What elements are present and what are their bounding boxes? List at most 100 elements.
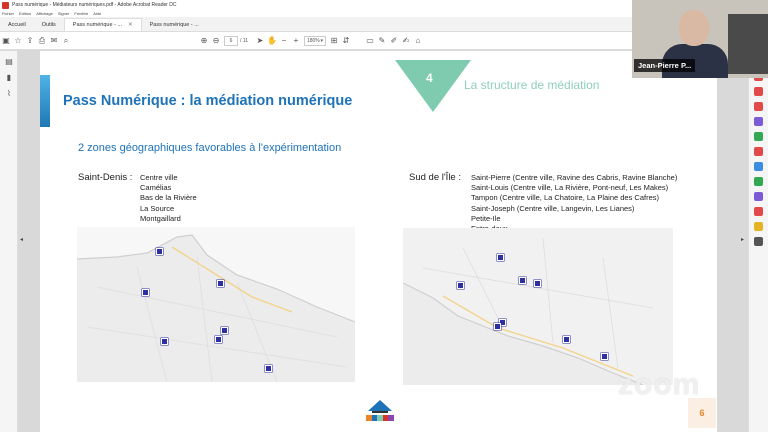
map-terrain — [77, 227, 355, 382]
menu-fichier[interactable]: Fichier — [2, 11, 14, 16]
menu-signer[interactable]: Signer — [58, 11, 70, 16]
list-item: La Source — [140, 203, 175, 213]
zoom-level-select[interactable]: 180% ▾ — [303, 35, 326, 46]
save-icon[interactable]: ▣ — [0, 35, 12, 47]
subtitle: 2 zones géographiques favorables à l'exp… — [78, 142, 342, 154]
zoom-watermark: zoom — [618, 368, 701, 401]
more-tools-icon[interactable] — [754, 237, 763, 246]
comment-icon[interactable]: ▭ — [364, 35, 376, 47]
list-item: Petite-Ile — [471, 213, 501, 223]
map-pin[interactable] — [534, 280, 541, 287]
bookmark-star-icon[interactable]: ☆ — [12, 35, 24, 47]
list-item: Saint-Joseph (Centre ville, Langevin, Le… — [471, 203, 635, 213]
right-tools-panel — [748, 51, 768, 432]
tab-document-active[interactable]: Pass numérique - ... ✕ — [63, 18, 142, 31]
map-pin[interactable] — [221, 327, 228, 334]
window-title: Pass numérique - Médiateurs numériques.p… — [12, 2, 177, 8]
search-icon[interactable]: ⌕ — [60, 35, 72, 47]
map-sud — [403, 228, 673, 385]
scroll-mode-icon[interactable]: ⇵ — [340, 35, 352, 47]
pages-thumbnail-icon[interactable]: ▤ — [3, 55, 15, 67]
pass-numerique-logo — [366, 397, 394, 425]
list-item: Tampon (Centre ville, La Chatoire, La Pl… — [471, 193, 660, 203]
highlight-icon[interactable]: ✐ — [388, 35, 400, 47]
acrobat-icon — [2, 1, 9, 9]
menu-bar: Fichier Edition Affichage Signer Fenêtre… — [0, 10, 632, 17]
zone2-label: Sud de l'Île : — [409, 172, 461, 183]
map-pin[interactable] — [519, 277, 526, 284]
menu-edition[interactable]: Edition — [19, 11, 31, 16]
send-review-icon[interactable] — [754, 207, 763, 216]
fill-sign-icon[interactable] — [754, 192, 763, 201]
map-pin[interactable] — [217, 280, 224, 287]
pen-icon[interactable]: ✎ — [376, 35, 388, 47]
list-item: Saint-Pierre (Centre ville, Ravine des C… — [471, 173, 678, 182]
sign-icon[interactable]: ✍ — [400, 35, 412, 47]
certificates-icon[interactable] — [754, 222, 763, 231]
section-title: La structure de médiation — [464, 78, 600, 92]
next-page-icon[interactable]: ⊖ — [210, 35, 222, 47]
combine-files-icon[interactable] — [754, 117, 763, 126]
section-number: 4 — [426, 71, 433, 85]
protect-icon[interactable] — [754, 162, 763, 171]
menu-aide[interactable]: Aide — [93, 11, 101, 16]
zone2-list: Saint-Pierre (Centre ville, Ravine des C… — [471, 173, 677, 234]
page-number-input[interactable]: 6 — [224, 35, 238, 46]
list-item: Saint-Louis (Centre ville, La Rivière, P… — [471, 183, 669, 193]
window-titlebar: Pass numérique - Médiateurs numériques.p… — [0, 0, 632, 10]
print-icon[interactable]: ⎙ — [36, 35, 48, 47]
cursor-icon[interactable]: ➤ — [254, 35, 266, 47]
edit-pdf-icon[interactable] — [754, 87, 763, 96]
map-pin[interactable] — [563, 336, 570, 343]
hand-icon[interactable]: ✋ — [266, 35, 278, 47]
email-icon[interactable]: ✉ — [48, 35, 60, 47]
zone1-label: Saint-Denis : — [78, 172, 133, 183]
section-triangle — [395, 60, 471, 112]
map-pin[interactable] — [215, 336, 222, 343]
map-pin[interactable] — [156, 248, 163, 255]
list-item: Centre ville — [140, 173, 178, 182]
participant-video[interactable]: Jean-Pierre P... — [632, 0, 768, 78]
stamp-icon[interactable]: ⌂ — [412, 35, 424, 47]
left-sidebar: ▤ ▮ ⌇ — [0, 51, 18, 432]
close-icon[interactable]: ✕ — [128, 22, 133, 28]
page-total: / 11 — [240, 37, 248, 44]
tab-outils[interactable]: Outils — [34, 18, 64, 31]
map-pin[interactable] — [601, 353, 608, 360]
map-pin[interactable] — [161, 338, 168, 345]
map-pin[interactable] — [265, 365, 272, 372]
map-pin[interactable] — [142, 289, 149, 296]
collapse-left-icon[interactable]: ◂ — [20, 236, 23, 243]
background-shelf — [728, 14, 768, 74]
redact-icon[interactable] — [754, 147, 763, 156]
zoom-in-icon[interactable]: + — [290, 35, 302, 47]
tab-document-2[interactable]: Pass numérique - ... — [142, 18, 207, 31]
list-item: Camélias — [140, 183, 172, 193]
pdf-page: Pass Numérique : la médiation numérique … — [40, 51, 717, 432]
zoom-out-icon[interactable]: − — [278, 35, 290, 47]
bookmarks-icon[interactable]: ▮ — [3, 71, 15, 83]
upload-icon[interactable]: ⇪ — [24, 35, 36, 47]
blue-accent-strip — [40, 75, 50, 127]
list-item: Montgaillard — [140, 213, 181, 223]
menu-affichage[interactable]: Affichage — [36, 11, 53, 16]
map-pin[interactable] — [497, 254, 504, 261]
zone1-list: Centre ville Camélias Bas de la Rivière … — [140, 173, 197, 224]
map-pin[interactable] — [494, 323, 501, 330]
page-title: Pass Numérique : la médiation numérique — [63, 93, 353, 109]
map-terrain — [403, 228, 673, 385]
map-saint-denis — [77, 227, 355, 382]
organize-pages-icon[interactable] — [754, 132, 763, 141]
map-pin[interactable] — [457, 282, 464, 289]
collapse-right-icon[interactable]: ▸ — [741, 236, 744, 243]
list-item: Bas de la Rivière — [140, 193, 197, 203]
fit-page-icon[interactable]: ⊞ — [328, 35, 340, 47]
comment-tool-icon[interactable] — [754, 102, 763, 111]
tab-bar: Accueil Outils Pass numérique - ... ✕ Pas… — [0, 17, 632, 32]
participant-name: Jean-Pierre P... — [634, 59, 696, 72]
optimize-icon[interactable] — [754, 177, 763, 186]
attachments-icon[interactable]: ⌇ — [3, 87, 15, 99]
tab-accueil[interactable]: Accueil — [0, 18, 34, 31]
prev-page-icon[interactable]: ⊕ — [198, 35, 210, 47]
menu-fenetre[interactable]: Fenêtre — [74, 11, 88, 16]
